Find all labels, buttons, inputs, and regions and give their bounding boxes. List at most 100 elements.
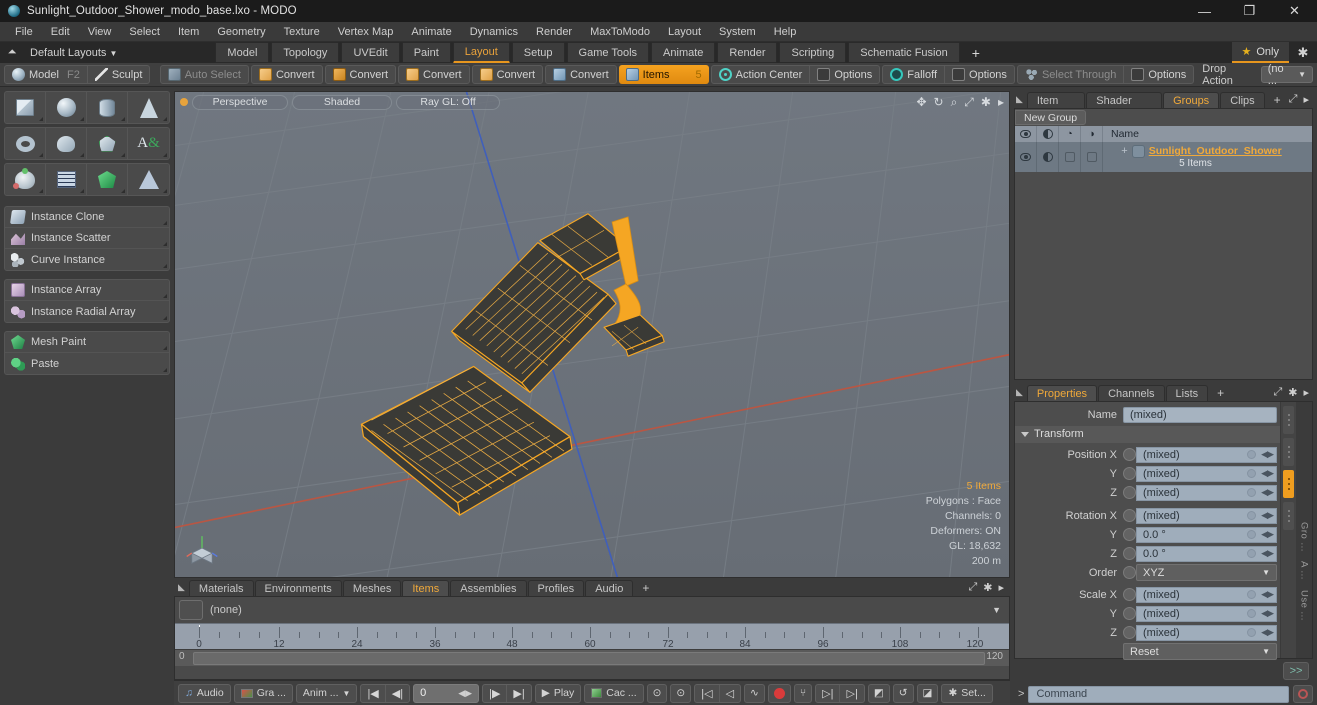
rail-segment-4[interactable] xyxy=(1283,501,1294,530)
order-key-toggle[interactable] xyxy=(1123,566,1136,580)
action-center-options-button[interactable]: Options xyxy=(809,66,879,83)
axis-gizmo[interactable] xyxy=(185,531,219,565)
new-group-button[interactable]: New Group xyxy=(1015,109,1087,125)
mesh-primitive[interactable] xyxy=(46,164,87,195)
viewport-menu-icon[interactable] xyxy=(180,98,188,106)
menu-item-vertex-map[interactable]: Vertex Map xyxy=(329,22,403,42)
default-layouts-dropdown[interactable]: Default Layouts ▼ xyxy=(24,47,123,59)
previous-key-button[interactable]: |◁ xyxy=(695,684,720,702)
falloff-button[interactable]: Falloff xyxy=(883,66,944,83)
menu-item-select[interactable]: Select xyxy=(120,22,169,42)
auto-select-button[interactable]: Auto Select xyxy=(161,66,248,83)
command-input[interactable]: Command xyxy=(1028,685,1289,703)
key-delete-button[interactable]: ⊙ xyxy=(670,683,692,703)
position-x-key-toggle[interactable] xyxy=(1123,448,1136,462)
tab-clips[interactable]: Clips xyxy=(1220,91,1265,108)
rotation-x-key-toggle[interactable] xyxy=(1123,509,1136,523)
instance-clone-button[interactable]: Instance Clone xyxy=(5,207,169,228)
go-to-end-button[interactable]: ▶| xyxy=(507,685,530,702)
key-create-button[interactable]: ⊙ xyxy=(646,683,668,703)
add-properties-tab-button[interactable]: + xyxy=(1209,385,1232,401)
column-lock-icon[interactable]: ◔ xyxy=(1059,125,1081,142)
layout-tab-schematic-fusion[interactable]: Schematic Fusion xyxy=(848,42,960,63)
go-to-start-button[interactable]: |◀ xyxy=(361,684,386,702)
transform-section-header[interactable]: Transform xyxy=(1015,425,1280,443)
last-key-button[interactable]: ▷| xyxy=(840,685,863,702)
play-button[interactable]: ▶ Play xyxy=(534,683,582,703)
drop-action-dropdown[interactable]: (no ... ▼ xyxy=(1260,63,1313,87)
scale-y-key-toggle[interactable] xyxy=(1123,607,1136,621)
menu-item-help[interactable]: Help xyxy=(765,22,806,42)
vertical-tab-user[interactable]: Use ... xyxy=(1299,590,1310,621)
rotation-z-field[interactable]: 0.0 ° ◀▶ xyxy=(1136,545,1277,562)
cone-primitive[interactable] xyxy=(128,92,169,123)
graph-editor-button[interactable]: Gra ... xyxy=(233,683,293,703)
action-center-button[interactable]: Action Center xyxy=(712,66,810,83)
minimize-button[interactable]: — xyxy=(1182,0,1227,22)
viewport-shading-dropdown[interactable]: Shaded xyxy=(292,94,392,110)
rail-segment-active[interactable] xyxy=(1283,469,1294,498)
chevron-right-icon[interactable]: ▸ xyxy=(1303,93,1309,106)
polygon-primitive[interactable] xyxy=(87,128,128,159)
vertical-tab-a[interactable]: A ... xyxy=(1299,561,1310,580)
position-y-key-toggle[interactable] xyxy=(1123,467,1136,481)
name-field[interactable]: (mixed) xyxy=(1123,406,1277,423)
paste-button[interactable]: Paste xyxy=(5,353,169,374)
instance-radial-array-button[interactable]: Instance Radial Array xyxy=(5,301,169,322)
viewport-3d[interactable]: Perspective Shaded Ray GL: Off ✥ ↻ ⌕ ⤢ ✱… xyxy=(174,91,1010,578)
curve-instance-button[interactable]: Curve Instance xyxy=(5,249,169,270)
bottom-tab-profiles[interactable]: Profiles xyxy=(527,580,585,596)
more-button[interactable]: >> xyxy=(1283,662,1309,680)
scale-y-field[interactable]: (mixed) ◀▶ xyxy=(1136,605,1277,622)
move-icon[interactable]: ✥ xyxy=(916,95,926,109)
layout-tab-scripting[interactable]: Scripting xyxy=(779,42,847,63)
timeline-color-swatch[interactable] xyxy=(179,600,203,620)
only-toggle[interactable]: ★ Only xyxy=(1231,42,1289,63)
column-visibility-icon[interactable] xyxy=(1015,125,1037,142)
tab-groups[interactable]: Groups xyxy=(1163,91,1220,108)
settings-button[interactable]: ✱ Set... xyxy=(941,683,993,703)
instance-array-button[interactable]: Instance Array xyxy=(5,280,169,301)
expand-group-icon[interactable]: + xyxy=(1121,145,1127,157)
close-button[interactable]: ✕ xyxy=(1272,0,1317,22)
tab-channels[interactable]: Channels xyxy=(1098,384,1165,401)
layout-tab-game-tools[interactable]: Game Tools xyxy=(566,42,650,63)
add-layout-tab-button[interactable]: + xyxy=(962,42,990,63)
menu-item-maxtomodo[interactable]: MaxToModo xyxy=(581,22,659,42)
position-y-field[interactable]: (mixed) ◀▶ xyxy=(1136,465,1277,482)
order-dropdown[interactable]: XYZ ▼ xyxy=(1136,564,1277,582)
bottom-tab-audio[interactable]: Audio xyxy=(585,580,634,596)
scale-x-key-toggle[interactable] xyxy=(1123,588,1136,602)
layout-tab-uvedit[interactable]: UVEdit xyxy=(341,42,400,63)
layout-tab-paint[interactable]: Paint xyxy=(401,42,451,63)
add-bottom-tab-button[interactable]: + xyxy=(634,580,657,596)
viewport-projection-dropdown[interactable]: Perspective xyxy=(192,94,288,110)
row-info-toggle[interactable] xyxy=(1081,141,1103,172)
position-x-field[interactable]: (mixed) ◀▶ xyxy=(1136,446,1277,463)
viewport-raygl-dropdown[interactable]: Ray GL: Off xyxy=(396,94,500,110)
layout-tab-render[interactable]: Render xyxy=(717,42,778,63)
menu-item-render[interactable]: Render xyxy=(527,22,581,42)
group-row-sunlight-outdoor-shower[interactable]: + Sunlight_Outdoor_Shower 5 Items xyxy=(1015,141,1312,172)
gear-icon[interactable]: ✱ xyxy=(1288,386,1297,399)
menu-item-texture[interactable]: Texture xyxy=(275,22,329,42)
tab-properties[interactable]: Properties xyxy=(1026,384,1098,401)
reset-dropdown[interactable]: Reset ▼ xyxy=(1123,643,1277,661)
menu-item-animate[interactable]: Animate xyxy=(402,22,460,42)
bottom-tab-meshes[interactable]: Meshes xyxy=(342,580,402,596)
pyramid-primitive[interactable] xyxy=(128,164,169,195)
layout-tab-layout[interactable]: Layout xyxy=(452,42,510,63)
tab-lists[interactable]: Lists xyxy=(1165,384,1209,401)
rotate-key-button[interactable]: ↺ xyxy=(892,683,914,703)
menu-item-item[interactable]: Item xyxy=(169,22,208,42)
bottom-tab-materials[interactable]: Materials xyxy=(188,580,254,596)
menu-item-layout[interactable]: Layout xyxy=(659,22,710,42)
chevron-right-icon[interactable]: ▸ xyxy=(1303,386,1309,399)
chevron-right-icon[interactable]: ▸ xyxy=(998,581,1004,594)
scale-z-field[interactable]: (mixed) ◀▶ xyxy=(1136,624,1277,641)
previous-key-alt-button[interactable]: ◁ xyxy=(720,685,740,702)
menu-item-file[interactable]: File xyxy=(6,22,42,42)
model-mode-button[interactable]: Model F2 xyxy=(5,66,87,83)
expand-icon[interactable]: ⤢ xyxy=(968,581,977,594)
rotation-z-key-toggle[interactable] xyxy=(1123,547,1136,561)
